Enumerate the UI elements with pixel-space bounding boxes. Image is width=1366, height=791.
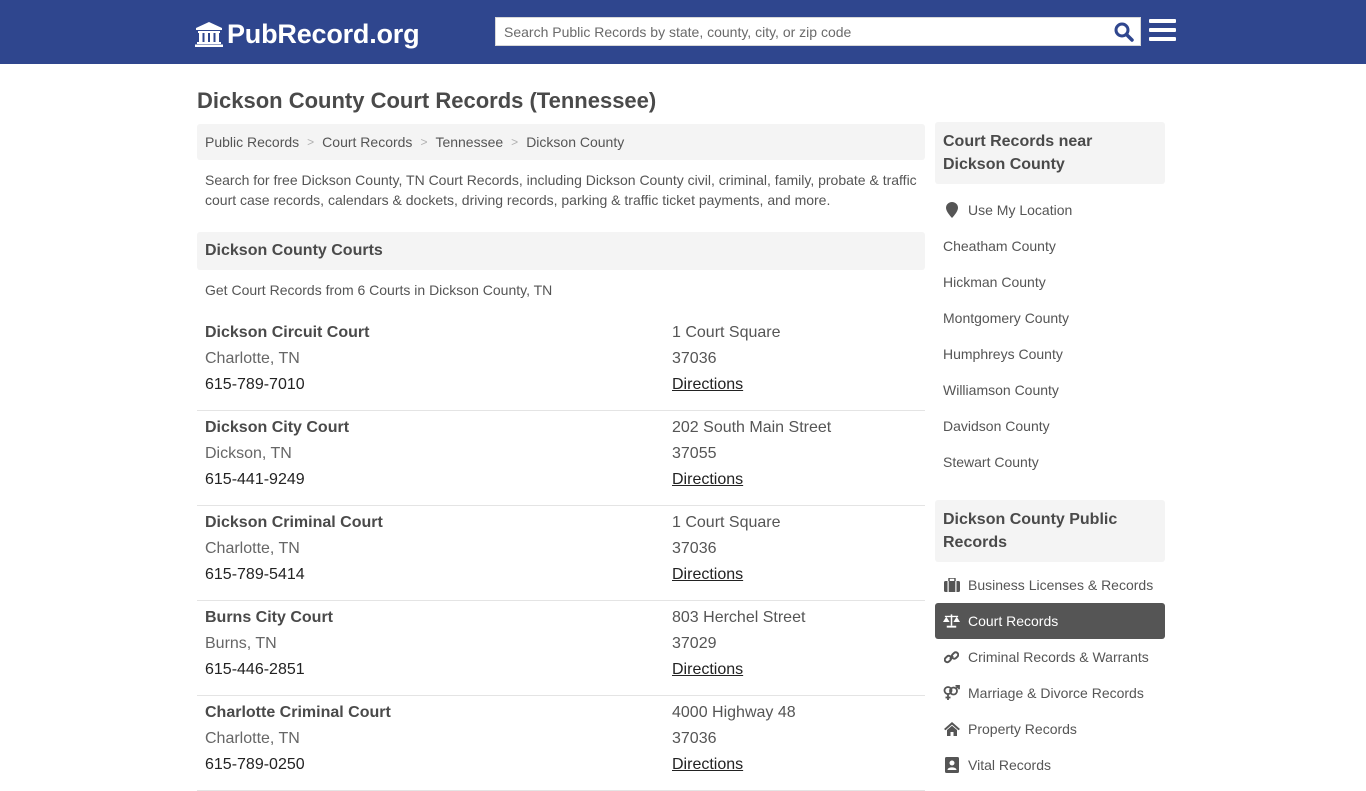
court-phone[interactable]: 615-789-0250 bbox=[205, 752, 391, 778]
breadcrumb-separator: > bbox=[511, 135, 519, 149]
sidebar-item-vital-records[interactable]: Vital Records bbox=[935, 747, 1165, 783]
sidebar-item-criminal-records[interactable]: Criminal Records & Warrants bbox=[935, 639, 1165, 675]
sidebar-item-label: Criminal Records & Warrants bbox=[968, 649, 1149, 665]
search-bar bbox=[495, 17, 1141, 46]
court-address: 202 South Main Street bbox=[672, 419, 832, 436]
sidebar-nearby-heading: Court Records near Dickson County bbox=[935, 122, 1165, 184]
court-city: Charlotte, TN bbox=[205, 730, 300, 747]
link-icon bbox=[943, 649, 960, 665]
nearby-county-link[interactable]: Humphreys County bbox=[935, 336, 1165, 372]
balance-scale-icon bbox=[943, 613, 960, 629]
top-navbar: PubRecord.org bbox=[0, 0, 1366, 64]
breadcrumb-court-records[interactable]: Court Records bbox=[322, 134, 412, 150]
site-logo[interactable]: PubRecord.org bbox=[195, 18, 420, 50]
court-zip: 37036 bbox=[672, 350, 717, 367]
sidebar-item-label: Business Licenses & Records bbox=[968, 577, 1154, 593]
breadcrumb-separator: > bbox=[420, 135, 428, 149]
sidebar-item-label: Marriage & Divorce Records bbox=[968, 685, 1144, 701]
court-city: Dickson, TN bbox=[205, 445, 292, 462]
courts-section-heading: Dickson County Courts bbox=[197, 232, 925, 270]
briefcase-icon bbox=[943, 577, 960, 593]
sidebar-item-label: Court Records bbox=[968, 613, 1059, 629]
sidebar-item-label: Property Records bbox=[968, 721, 1077, 737]
sidebar-nearby: Court Records near Dickson County Use My… bbox=[935, 122, 1165, 480]
sidebar-public-records: Dickson County Public Records Business L… bbox=[935, 500, 1165, 783]
court-zip: 37036 bbox=[672, 540, 717, 557]
court-item: Burns City Court Burns, TN 615-446-2851 … bbox=[197, 601, 925, 696]
court-city: Burns, TN bbox=[205, 635, 277, 652]
breadcrumb-dickson-county[interactable]: Dickson County bbox=[526, 134, 624, 150]
court-item: Dickson City Court Dickson, TN 615-441-9… bbox=[197, 411, 925, 506]
id-card-icon bbox=[943, 757, 960, 773]
court-item: Dickson Criminal Court Charlotte, TN 615… bbox=[197, 506, 925, 601]
breadcrumb-separator: > bbox=[307, 135, 315, 149]
sidebar-item-property-records[interactable]: Property Records bbox=[935, 711, 1165, 747]
map-marker-icon bbox=[943, 202, 960, 218]
venus-mars-icon bbox=[943, 685, 960, 701]
nearby-county-link[interactable]: Cheatham County bbox=[935, 228, 1165, 264]
nearby-county-link[interactable]: Stewart County bbox=[935, 444, 1165, 480]
hamburger-menu-button[interactable] bbox=[1149, 19, 1176, 43]
court-address: 4000 Highway 48 bbox=[672, 704, 796, 721]
sidebar-item-label: Vital Records bbox=[968, 757, 1052, 773]
court-name[interactable]: Charlotte Criminal Court bbox=[205, 700, 391, 726]
sidebar-item-marriage-divorce[interactable]: Marriage & Divorce Records bbox=[935, 675, 1165, 711]
hamburger-menu-icon-bar bbox=[1149, 28, 1176, 32]
search-button[interactable] bbox=[1108, 18, 1140, 45]
court-phone[interactable]: 615-446-2851 bbox=[205, 657, 333, 683]
court-city: Charlotte, TN bbox=[205, 540, 300, 557]
hamburger-menu-icon-bar bbox=[1149, 37, 1176, 41]
court-city: Charlotte, TN bbox=[205, 350, 300, 367]
nearby-county-link[interactable]: Montgomery County bbox=[935, 300, 1165, 336]
directions-link[interactable]: Directions bbox=[672, 661, 743, 678]
court-name[interactable]: Dickson Criminal Court bbox=[205, 510, 383, 536]
directions-link[interactable]: Directions bbox=[672, 756, 743, 773]
sidebar-item-court-records[interactable]: Court Records bbox=[935, 603, 1165, 639]
court-zip: 37055 bbox=[672, 445, 717, 462]
court-phone[interactable]: 615-789-7010 bbox=[205, 372, 369, 398]
breadcrumb-tennessee[interactable]: Tennessee bbox=[435, 134, 503, 150]
breadcrumb-public-records[interactable]: Public Records bbox=[205, 134, 299, 150]
court-name[interactable]: Dickson City Court bbox=[205, 415, 349, 441]
court-address: 1 Court Square bbox=[672, 514, 781, 531]
court-item: Charlotte Criminal Court Charlotte, TN 6… bbox=[197, 696, 925, 791]
court-phone[interactable]: 615-441-9249 bbox=[205, 467, 349, 493]
search-icon bbox=[1114, 22, 1134, 42]
hamburger-menu-icon-bar bbox=[1149, 19, 1176, 23]
court-name[interactable]: Dickson Circuit Court bbox=[205, 320, 369, 346]
directions-link[interactable]: Directions bbox=[672, 376, 743, 393]
site-name: PubRecord.org bbox=[227, 18, 420, 49]
court-list: Dickson Circuit Court Charlotte, TN 615-… bbox=[197, 316, 925, 791]
nearby-county-link[interactable]: Davidson County bbox=[935, 408, 1165, 444]
use-my-location-link[interactable]: Use My Location bbox=[935, 192, 1165, 228]
intro-text: Search for free Dickson County, TN Court… bbox=[205, 172, 917, 208]
nearby-county-link[interactable]: Williamson County bbox=[935, 372, 1165, 408]
court-zip: 37036 bbox=[672, 730, 717, 747]
breadcrumb: Public Records > Court Records > Tenness… bbox=[197, 124, 925, 160]
home-icon bbox=[943, 721, 960, 737]
court-phone[interactable]: 615-789-5414 bbox=[205, 562, 383, 588]
use-my-location-label: Use My Location bbox=[968, 202, 1073, 218]
sidebar-item-business-licenses[interactable]: Business Licenses & Records bbox=[935, 567, 1165, 603]
nearby-county-link[interactable]: Hickman County bbox=[935, 264, 1165, 300]
court-zip: 37029 bbox=[672, 635, 717, 652]
courts-section-subheading: Get Court Records from 6 Courts in Dicks… bbox=[205, 282, 553, 298]
court-address: 1 Court Square bbox=[672, 324, 781, 341]
court-address: 803 Herchel Street bbox=[672, 609, 806, 626]
directions-link[interactable]: Directions bbox=[672, 471, 743, 488]
court-item: Dickson Circuit Court Charlotte, TN 615-… bbox=[197, 316, 925, 411]
page-title: Dickson County Court Records (Tennessee) bbox=[197, 88, 657, 113]
search-input[interactable] bbox=[496, 18, 1108, 45]
directions-link[interactable]: Directions bbox=[672, 566, 743, 583]
bank-building-icon bbox=[195, 21, 223, 47]
court-name[interactable]: Burns City Court bbox=[205, 605, 333, 631]
sidebar-public-records-heading: Dickson County Public Records bbox=[935, 500, 1165, 562]
